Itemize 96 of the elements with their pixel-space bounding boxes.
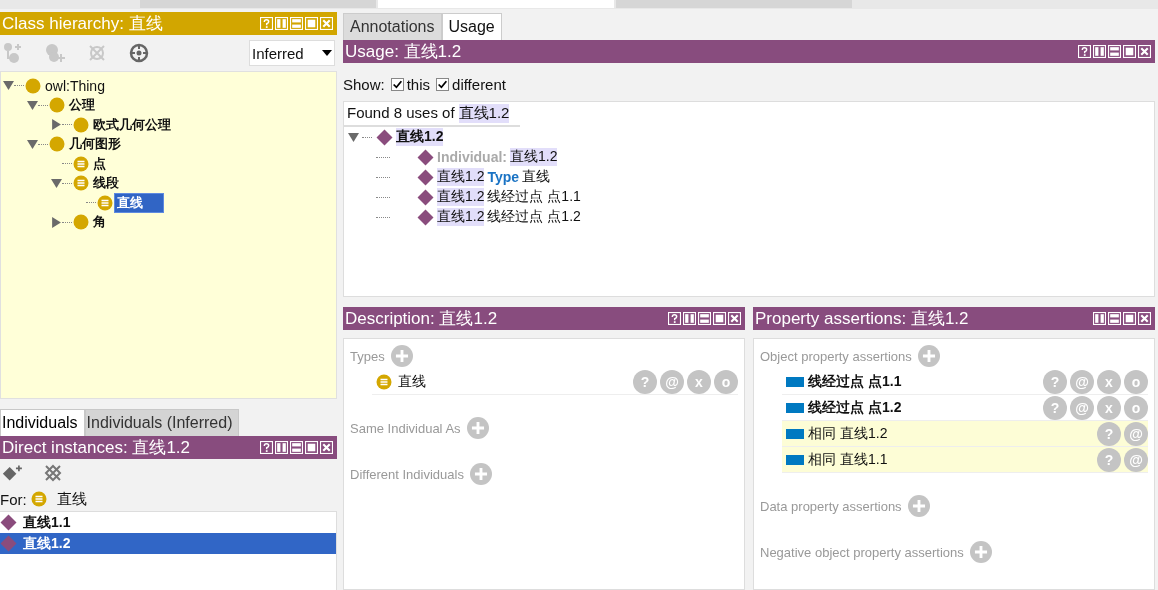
property-value: 直线1.2: [840, 424, 888, 443]
section-label: Data property assertions: [760, 498, 902, 514]
crosshair-icon[interactable]: [128, 42, 150, 64]
split-horizontal-icon[interactable]: [290, 441, 303, 454]
panel-title: Class hierarchy: 直线: [2, 13, 163, 35]
checkbox-label: different: [452, 75, 506, 93]
class-tree-item[interactable]: 点: [91, 154, 108, 173]
split-vertical-icon[interactable]: [275, 441, 288, 454]
object-property-icon: [786, 428, 804, 439]
maximize-icon[interactable]: [1123, 45, 1136, 58]
panel-title: Usage: 直线1.2: [345, 41, 462, 63]
section-label: Different Individuals: [350, 466, 464, 482]
class-tree-item[interactable]: 直线: [115, 193, 163, 212]
section-label: Same Individual As: [350, 420, 461, 436]
section-label: Negative object property assertions: [760, 544, 964, 560]
defined-class-icon: [30, 491, 47, 507]
split-vertical-icon[interactable]: [1093, 312, 1106, 325]
caret-icon: [322, 50, 332, 56]
object-property-icon: [786, 402, 804, 413]
split-horizontal-icon[interactable]: [698, 312, 711, 325]
individual-icon: [0, 514, 17, 531]
panel-title: Direct instances: 直线1.2: [2, 437, 190, 459]
class-tree-item[interactable]: 公理: [67, 96, 97, 115]
class-tree-item[interactable]: 线段: [91, 174, 121, 193]
class-name: 直线: [56, 489, 87, 509]
for-label: For:: [0, 490, 27, 508]
split-vertical-icon[interactable]: [683, 312, 696, 325]
panel-title: Property assertions: 直线1.2: [755, 308, 969, 330]
object-property-icon: [786, 376, 804, 387]
show-label: Show:: [343, 75, 385, 93]
checkbox-label: this: [406, 75, 431, 93]
type-value: 直线: [398, 372, 426, 391]
close-icon[interactable]: [1138, 312, 1151, 325]
axiom-text: 线经过点 点1.2: [487, 208, 581, 226]
expanded-triangle-icon[interactable]: [348, 131, 359, 143]
keyword-text: Type: [487, 169, 520, 185]
expanded-triangle-icon[interactable]: [51, 177, 62, 189]
tab[interactable]: Annotations: [343, 13, 442, 40]
split-horizontal-icon[interactable]: [1108, 45, 1121, 58]
tab[interactable]: Individuals: [0, 409, 85, 436]
individual-icon: [417, 168, 434, 186]
help-icon[interactable]: [1078, 45, 1091, 58]
entity-name: 直线1.2: [458, 104, 510, 123]
property-name: 线经过点: [808, 372, 864, 391]
collapsed-triangle-icon[interactable]: [51, 216, 62, 228]
individual-item[interactable]: 直线1.1: [0, 512, 336, 533]
help-icon[interactable]: [668, 312, 681, 325]
close-icon[interactable]: [320, 441, 333, 454]
tab[interactable]: Usage: [441, 13, 502, 40]
checkbox[interactable]: [390, 77, 404, 91]
collapsed-triangle-icon[interactable]: [51, 119, 62, 131]
property-name: 相同: [808, 450, 836, 469]
entity-name: 直线1.2: [437, 208, 485, 226]
expanded-triangle-icon[interactable]: [27, 99, 38, 111]
class-tree-item[interactable]: owl:Thing: [43, 77, 107, 94]
delete-individual-icon[interactable]: [42, 462, 64, 484]
split-horizontal-icon[interactable]: [1108, 312, 1121, 325]
entity-name: 直线1.2: [437, 168, 485, 186]
individual-icon: [417, 208, 434, 226]
maximize-icon[interactable]: [713, 312, 726, 325]
maximize-icon[interactable]: [305, 441, 318, 454]
maximize-icon[interactable]: [1123, 312, 1136, 325]
close-icon[interactable]: [728, 312, 741, 325]
property-name: 线经过点: [808, 398, 864, 417]
individual-item[interactable]: 直线1.2: [0, 533, 336, 554]
expanded-triangle-icon[interactable]: [3, 80, 14, 92]
split-vertical-icon[interactable]: [1093, 45, 1106, 58]
defined-class-icon: [376, 373, 392, 390]
expanded-triangle-icon[interactable]: [27, 138, 38, 150]
property-value: 直线1.1: [840, 450, 888, 469]
axiom-text: 线经过点 点1.1: [487, 188, 581, 206]
panel-title: Description: 直线1.2: [345, 308, 498, 330]
entity-name: 直线1.2: [437, 188, 485, 206]
class-tree-item[interactable]: 角: [91, 213, 108, 232]
individual-icon: [0, 535, 17, 552]
keyword-text: Individual:: [437, 149, 507, 165]
object-property-icon: [786, 454, 804, 465]
help-icon[interactable]: [260, 441, 273, 454]
found-text: Found 8 uses of: [347, 104, 455, 123]
section-label: Types: [350, 348, 385, 364]
individual-icon: [376, 128, 393, 146]
entity-name: 直线1.2: [510, 148, 558, 166]
class-tree-item[interactable]: 几何图形: [67, 135, 123, 154]
individual-icon: [417, 188, 434, 206]
tab[interactable]: Individuals (Inferred): [84, 409, 240, 436]
property-value: 点1.1: [868, 372, 902, 391]
property-name: 相同: [808, 424, 836, 443]
view-mode-dropdown[interactable]: Inferred: [249, 40, 335, 66]
checkbox[interactable]: [436, 77, 450, 91]
class-tree-item[interactable]: 欧式几何公理: [91, 115, 173, 134]
individual-icon: [417, 148, 434, 166]
property-value: 点1.2: [868, 398, 902, 417]
section-label: Object property assertions: [760, 348, 912, 364]
usage-root-item[interactable]: 直线1.2: [396, 128, 444, 146]
axiom-text: 直线: [522, 168, 551, 186]
close-icon[interactable]: [1138, 45, 1151, 58]
